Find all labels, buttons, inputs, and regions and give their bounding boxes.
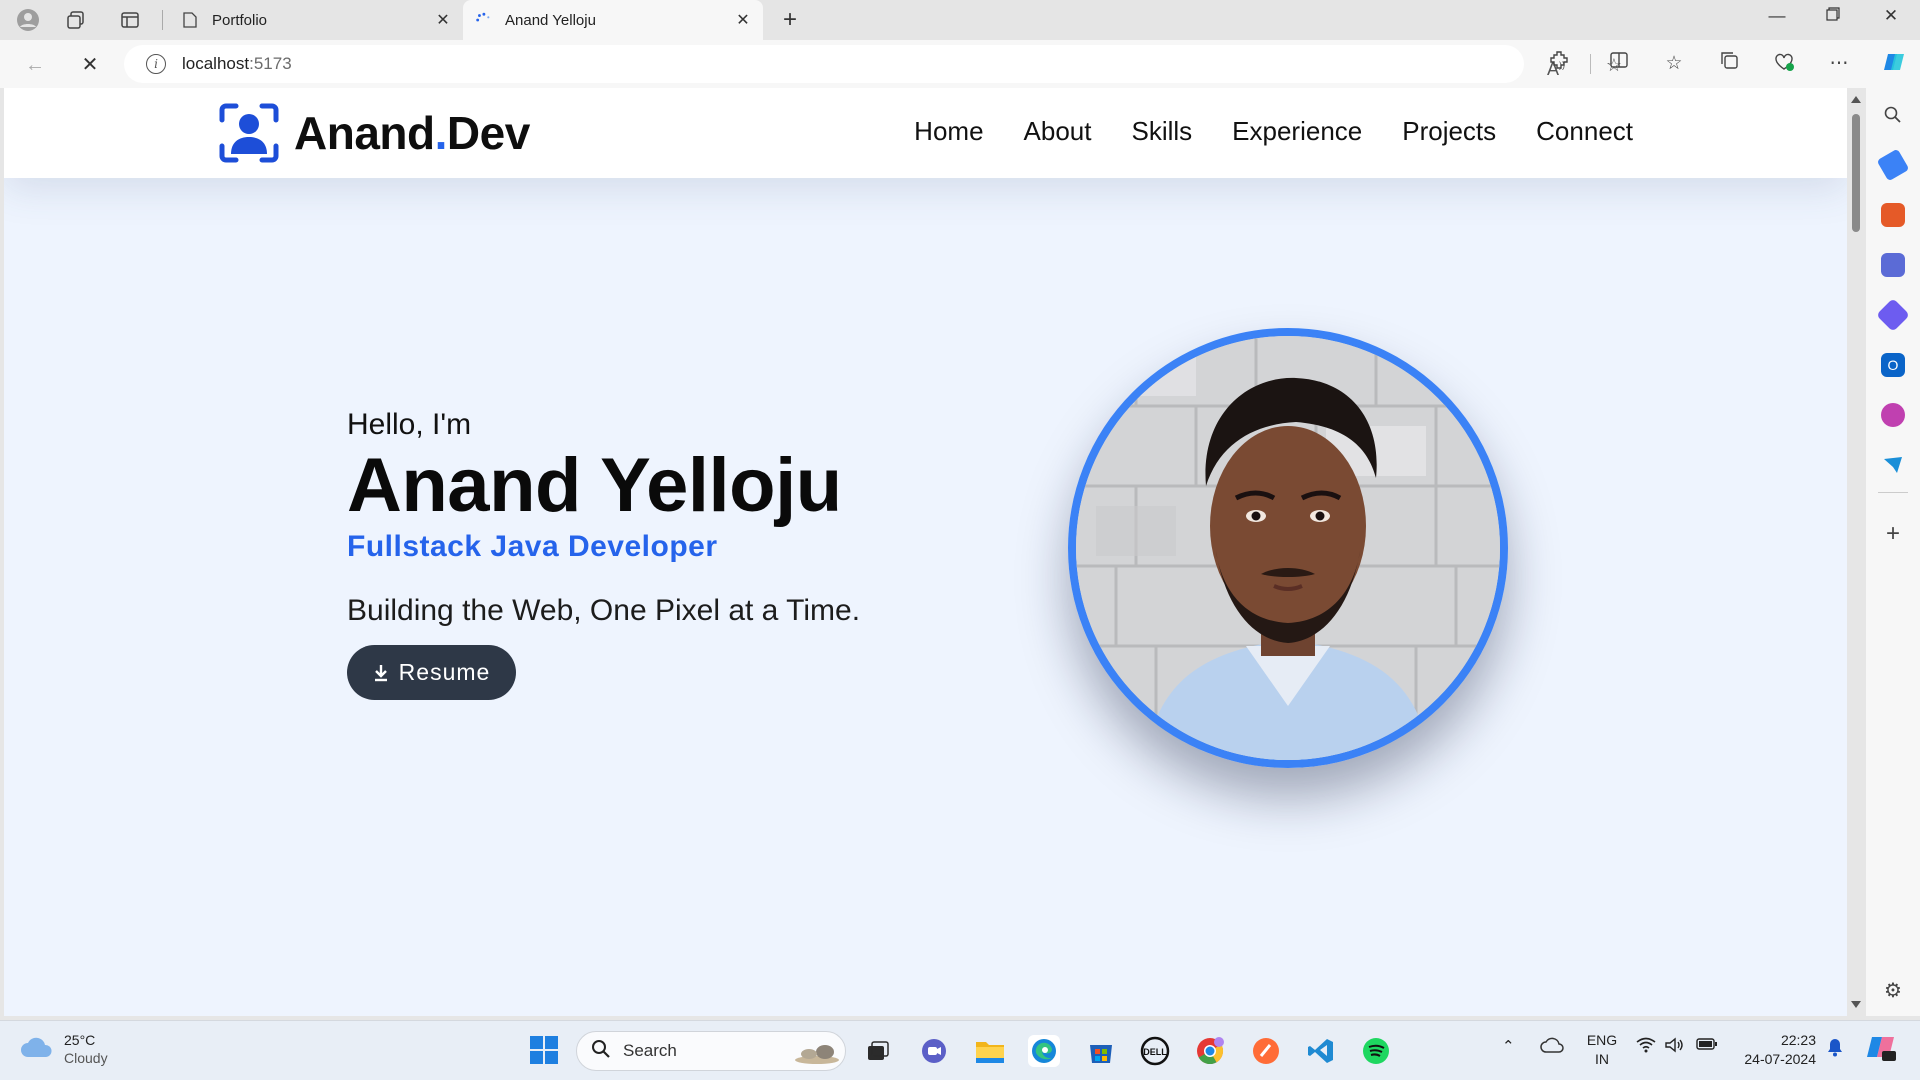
close-tab-icon[interactable]: ✕ — [733, 10, 753, 30]
spotify-icon[interactable] — [1360, 1035, 1392, 1067]
chrome-icon[interactable] — [1194, 1035, 1226, 1067]
edge-sidebar: O + ⚙ — [1866, 88, 1920, 1016]
hero-role: Fullstack Java Developer — [347, 530, 718, 563]
wifi-icon[interactable] — [1636, 1037, 1656, 1057]
logo-text: Anand.Dev — [294, 107, 530, 159]
weather-widget[interactable]: 25°C Cloudy — [20, 1031, 108, 1067]
sidebar-divider — [1878, 492, 1908, 493]
split-screen-icon[interactable] — [1605, 50, 1633, 78]
restore-icon[interactable] — [1818, 6, 1848, 26]
copilot-icon[interactable] — [1880, 50, 1908, 78]
profile-icon[interactable] — [16, 8, 40, 32]
profile-photo-frame — [1068, 328, 1508, 768]
sidebar-games-icon[interactable] — [1881, 253, 1905, 277]
microsoft-store-icon[interactable] — [1085, 1035, 1117, 1067]
teams-chat-icon[interactable] — [918, 1035, 950, 1067]
sidebar-tools-icon[interactable] — [1881, 203, 1905, 227]
back-icon[interactable]: ← — [22, 52, 48, 78]
download-icon — [373, 664, 389, 682]
nav-skills[interactable]: Skills — [1131, 116, 1192, 147]
browser-tab-bar: Portfolio ✕ Anand Yelloju ✕ + — ✕ — [0, 0, 1920, 40]
toolbar-divider — [1590, 54, 1591, 74]
extensions-icon[interactable] — [1545, 50, 1573, 78]
search-highlight-icon — [787, 1040, 839, 1069]
system-clock[interactable]: 22:23 24-07-2024 — [1736, 1031, 1816, 1069]
vertical-tabs-icon[interactable] — [118, 8, 142, 32]
svg-text:DELL: DELL — [1143, 1047, 1167, 1057]
weather-condition: Cloudy — [64, 1050, 108, 1066]
postman-icon[interactable] — [1250, 1035, 1282, 1067]
page-icon — [182, 12, 198, 28]
search-label: Search — [623, 1041, 677, 1060]
tab-label: Portfolio — [212, 11, 268, 29]
resume-button[interactable]: Resume — [347, 645, 516, 700]
cloudy-weather-icon — [20, 1035, 54, 1064]
site-info-icon[interactable]: i — [146, 54, 166, 74]
notifications-bell-icon[interactable] — [1826, 1037, 1844, 1061]
sidebar-microsoft365-icon[interactable] — [1876, 298, 1910, 332]
browser-essentials-icon[interactable] — [1770, 50, 1798, 78]
sidebar-send-icon[interactable] — [1881, 453, 1905, 477]
nav-projects[interactable]: Projects — [1402, 116, 1496, 147]
weather-temp: 25°C — [64, 1032, 96, 1048]
address-bar[interactable]: i localhost:5173 A)) ☆ — [124, 45, 1622, 83]
file-explorer-icon[interactable] — [974, 1035, 1006, 1067]
loading-spinner-icon — [475, 12, 491, 28]
url-text[interactable]: localhost:5173 — [182, 54, 292, 74]
volume-icon[interactable] — [1664, 1037, 1684, 1057]
battery-icon[interactable] — [1696, 1037, 1718, 1055]
sidebar-search-icon[interactable] — [1881, 103, 1905, 127]
profile-photo — [1068, 328, 1508, 768]
favorites-icon[interactable]: ☆ — [1660, 50, 1688, 78]
user-frame-icon — [218, 102, 280, 164]
nav-experience[interactable]: Experience — [1232, 116, 1362, 147]
taskbar-search[interactable]: Search — [576, 1031, 846, 1071]
sidebar-add-icon[interactable]: + — [1881, 520, 1905, 547]
language-indicator[interactable]: ENG IN — [1585, 1031, 1619, 1069]
tab-portfolio[interactable]: Portfolio ✕ — [170, 0, 463, 40]
tab-label: Anand Yelloju — [505, 11, 596, 29]
hero-tagline: Building the Web, One Pixel at a Time. — [347, 594, 861, 627]
tab-anand-yelloju[interactable]: Anand Yelloju ✕ — [463, 0, 763, 40]
hero-name: Anand Yelloju — [347, 443, 842, 528]
workspaces-icon[interactable] — [64, 8, 88, 32]
minimize-icon[interactable]: — — [1762, 6, 1792, 26]
settings-more-icon[interactable]: ⋯ — [1825, 50, 1853, 78]
vscode-icon[interactable] — [1305, 1035, 1337, 1067]
nav-connect[interactable]: Connect — [1536, 116, 1633, 147]
show-hidden-icons[interactable]: ⌃ — [1502, 1037, 1515, 1055]
close-tab-icon[interactable]: ✕ — [433, 10, 453, 30]
sidebar-outlook-icon[interactable]: O — [1881, 353, 1905, 377]
resume-label: Resume — [398, 659, 491, 685]
edge-browser-icon[interactable] — [1028, 1035, 1060, 1067]
sidebar-shopping-icon[interactable] — [1876, 148, 1910, 182]
sidebar-settings-icon[interactable]: ⚙ — [1881, 978, 1905, 1002]
site-logo[interactable]: Anand.Dev — [218, 102, 530, 164]
task-view-icon[interactable] — [862, 1035, 894, 1067]
dell-icon[interactable]: DELL — [1139, 1035, 1171, 1067]
tab-divider — [162, 10, 163, 30]
page-scrollbar[interactable] — [1849, 92, 1863, 1012]
stop-loading-icon[interactable]: ✕ — [77, 52, 103, 78]
hero-section: Hello, I'm Anand Yelloju Fullstack Java … — [347, 408, 860, 700]
nav-home[interactable]: Home — [914, 116, 983, 147]
close-window-icon[interactable]: ✕ — [1876, 6, 1906, 26]
copilot-taskbar-icon[interactable] — [1866, 1033, 1896, 1067]
windows-taskbar: 25°C Cloudy Search DELL ⌃ ENG IN 22:23 2… — [0, 1020, 1920, 1080]
nav-about[interactable]: About — [1024, 116, 1092, 147]
new-tab-icon[interactable]: + — [777, 6, 803, 34]
sidebar-designer-icon[interactable] — [1881, 403, 1905, 427]
page-viewport: Anand.Dev Home About Skills Experience P… — [4, 88, 1847, 1016]
hero-greeting: Hello, I'm — [347, 408, 472, 441]
site-navbar: Anand.Dev Home About Skills Experience P… — [4, 88, 1847, 178]
nav-links: Home About Skills Experience Projects Co… — [914, 116, 1633, 147]
search-icon — [591, 1039, 611, 1064]
collections-icon[interactable] — [1715, 50, 1743, 78]
onedrive-icon[interactable] — [1540, 1037, 1564, 1057]
address-bar-row: ← ✕ i localhost:5173 A)) ☆ ☆ ⋯ — [0, 40, 1920, 88]
windows-start-icon[interactable] — [529, 1035, 559, 1065]
